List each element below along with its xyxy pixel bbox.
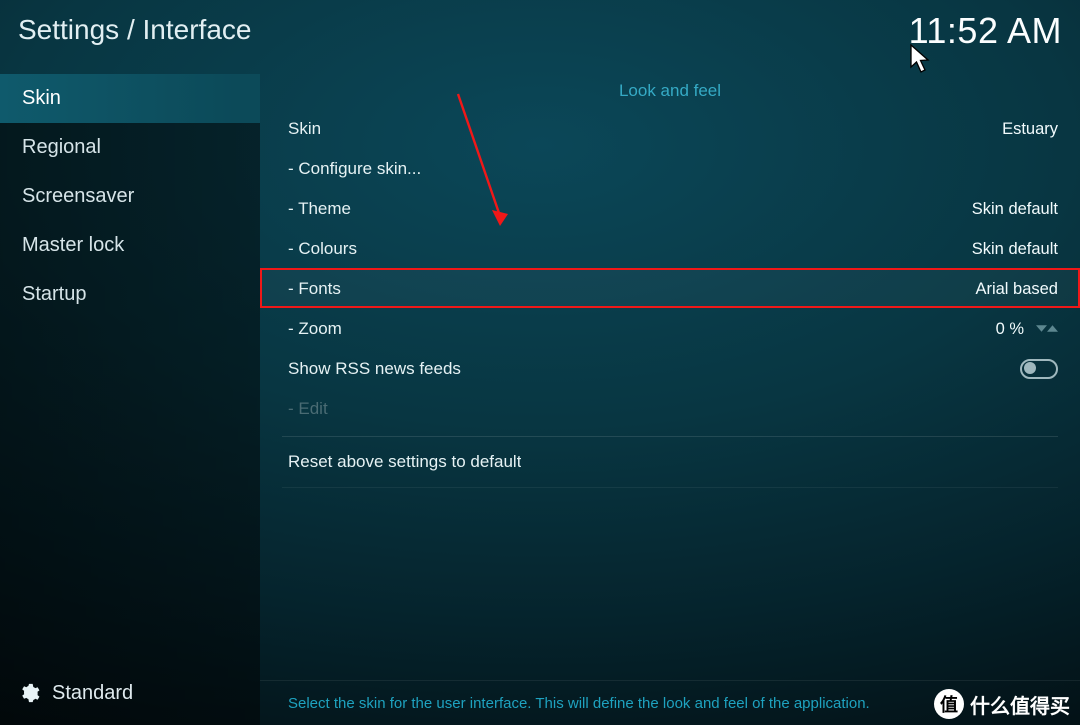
breadcrumb: Settings / Interface [18,14,251,46]
setting-row-show-rss[interactable]: Show RSS news feeds [260,348,1080,388]
setting-value: Arial based [975,269,1058,309]
help-footer: Select the skin for the user interface. … [260,680,1080,725]
setting-row-colours[interactable]: - Colours Skin default [260,228,1080,268]
toggle-switch[interactable] [1020,359,1058,379]
setting-row-skin[interactable]: Skin Estuary [260,108,1080,148]
sidebar-item-skin[interactable]: Skin [0,74,260,123]
settings-level-button[interactable]: Standard [0,673,133,713]
setting-label: - Configure skin... [288,149,421,189]
sidebar-item-master-lock[interactable]: Master lock [0,221,260,270]
setting-label: - Fonts [288,269,341,309]
settings-level-label: Standard [52,682,133,705]
gear-icon [18,682,40,704]
setting-row-reset-defaults[interactable]: Reset above settings to default [260,441,1080,481]
sidebar: Skin Regional Screensaver Master lock St… [0,74,260,725]
sidebar-item-screensaver[interactable]: Screensaver [0,172,260,221]
section-title-look-and-feel: Look and feel [260,74,1080,108]
setting-label: - Zoom [288,309,342,349]
setting-row-zoom[interactable]: - Zoom 0 % [260,308,1080,348]
clock: 11:52 AM [909,10,1062,52]
setting-row-configure-skin[interactable]: - Configure skin... [260,148,1080,188]
setting-label: - Theme [288,189,351,229]
divider [282,487,1058,488]
setting-value: Skin default [972,229,1058,269]
help-text: Select the skin for the user interface. … [288,695,870,712]
divider [282,436,1058,437]
setting-label: Show RSS news feeds [288,349,461,389]
setting-row-edit-rss: - Edit [260,388,1080,428]
setting-value: Estuary [1002,109,1058,149]
setting-label: - Colours [288,229,357,269]
setting-label: Reset above settings to default [288,442,521,482]
setting-value: Skin default [972,189,1058,229]
setting-row-fonts[interactable]: - Fonts Arial based [260,268,1080,308]
settings-panel: Look and feel Skin Estuary - Configure s… [260,74,1080,680]
sidebar-item-startup[interactable]: Startup [0,270,260,319]
setting-label: - Edit [288,389,328,429]
sidebar-item-regional[interactable]: Regional [0,123,260,172]
setting-label: Skin [288,109,321,149]
spinner-arrows-icon[interactable] [1036,323,1058,334]
setting-row-theme[interactable]: - Theme Skin default [260,188,1080,228]
setting-value: 0 % [996,309,1024,349]
